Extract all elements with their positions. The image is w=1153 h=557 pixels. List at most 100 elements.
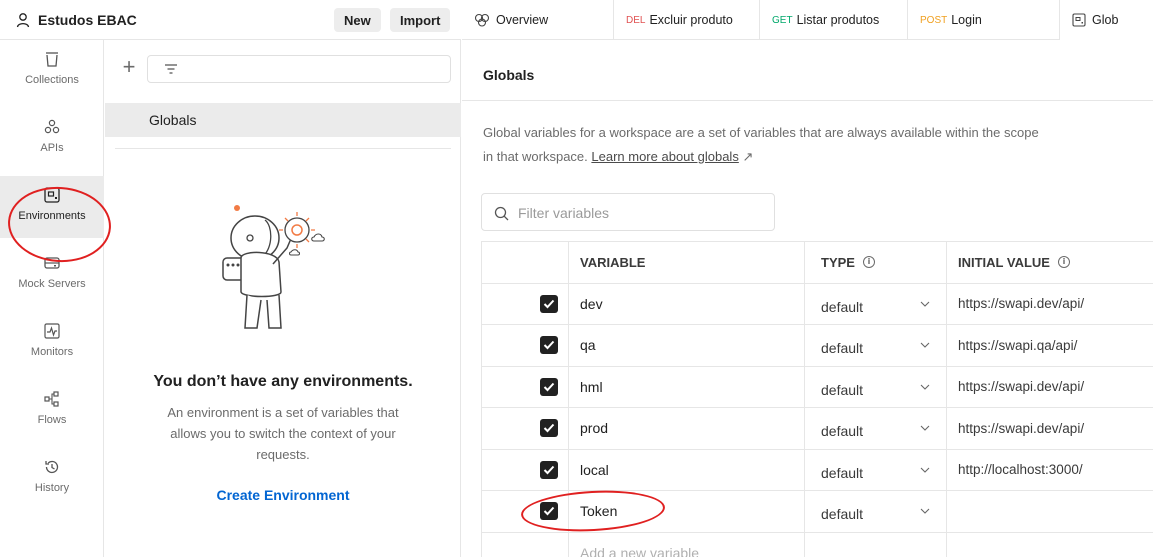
type-value: default — [821, 298, 864, 315]
type-select[interactable]: default — [805, 449, 947, 490]
sidebar-item-label: Mock Servers — [18, 278, 86, 290]
add-variable-input[interactable]: Add a new variable — [569, 532, 805, 557]
sidebar-item-label: APIs — [40, 142, 64, 154]
type-value: default — [821, 423, 864, 440]
sidebar-item-environments[interactable]: Environments — [0, 176, 104, 238]
initial-value-text: https://swapi.qa/api/ — [958, 337, 1078, 353]
sidebar-item-apis[interactable]: APIs — [0, 108, 104, 170]
variable-name[interactable]: Token — [569, 491, 805, 532]
empty-state-description: An environment is a set of variables tha… — [105, 402, 461, 465]
type-select[interactable]: default — [805, 491, 947, 532]
initial-value[interactable] — [947, 491, 1153, 532]
env-filter-input[interactable] — [147, 55, 451, 83]
sidebar-item-collections[interactable]: Collections — [0, 40, 104, 102]
checkmark-icon — [543, 424, 555, 433]
history-icon — [45, 460, 59, 474]
create-environment-link[interactable]: Create Environment — [105, 487, 461, 503]
chevron-down-icon — [920, 467, 930, 473]
type-value: default — [821, 381, 864, 398]
initial-value[interactable]: https://swapi.qa/api/ — [947, 325, 1153, 366]
external-link-icon: ↗ — [742, 149, 754, 164]
table-row: local default http://localhost:3000/ — [481, 449, 1153, 491]
overview-icon — [474, 13, 490, 27]
type-value: default — [821, 506, 864, 523]
desc-text: in that workspace. — [483, 149, 592, 164]
variable-name[interactable]: local — [569, 449, 805, 490]
initial-value[interactable]: https://swapi.dev/api/ — [947, 367, 1153, 408]
enabled-checkbox[interactable] — [540, 419, 558, 438]
table-row: prod default https://swapi.dev/api/ — [481, 408, 1153, 450]
trash-can-icon — [46, 52, 58, 67]
variable-name[interactable]: prod — [569, 408, 805, 449]
enabled-checkbox[interactable] — [540, 502, 558, 521]
variable-name[interactable]: hml — [569, 366, 805, 407]
initial-value[interactable]: http://localhost:3000/ — [947, 450, 1153, 491]
type-select[interactable]: default — [805, 283, 947, 324]
icon-sidebar: Collections APIs Environments Mock Serve… — [0, 40, 104, 557]
tab-login[interactable]: POST Login — [908, 0, 1060, 40]
sidebar-item-label: Environments — [18, 210, 86, 222]
variable-name[interactable]: dev — [569, 283, 805, 324]
astronaut-illustration — [222, 205, 325, 329]
type-value: default — [821, 340, 864, 357]
add-variable-row: Add a new variable — [481, 532, 1153, 557]
header-type: TYPE i — [805, 242, 947, 283]
new-button[interactable]: New — [334, 8, 381, 32]
globals-description: Global variables for a workspace are a s… — [483, 125, 1039, 140]
sidebar-item-label: Collections — [25, 74, 79, 86]
divider — [115, 148, 451, 149]
enabled-checkbox[interactable] — [540, 460, 558, 479]
tab-label: Glob — [1092, 13, 1119, 27]
variable-name[interactable]: qa — [569, 325, 805, 366]
tab-label: Excluir produto — [649, 13, 733, 27]
globals-item[interactable]: Globals — [105, 103, 461, 137]
row-check-cell — [481, 532, 569, 557]
request-tabs: Overview DEL Excluir produto GET Listar … — [462, 0, 1153, 40]
sidebar-item-label: History — [34, 482, 70, 494]
table-row: hml default https://swapi.dev/api/ — [481, 366, 1153, 408]
enabled-checkbox[interactable] — [540, 294, 558, 313]
initial-value[interactable]: https://swapi.dev/api/ — [947, 284, 1153, 325]
learn-more-link[interactable]: Learn more about globals — [591, 149, 738, 164]
header-check-cell — [481, 242, 569, 283]
import-button[interactable]: Import — [390, 8, 451, 32]
table-row: dev default https://swapi.dev/api/ — [481, 283, 1153, 325]
checkmark-icon — [543, 507, 555, 516]
initial-value[interactable]: https://swapi.dev/api/ — [947, 408, 1153, 449]
type-select[interactable]: default — [805, 366, 947, 407]
header-initial-value: INITIAL VALUE i — [947, 242, 1153, 283]
workspace-name: Estudos EBAC — [38, 11, 137, 28]
filter-variables-input[interactable]: Filter variables — [481, 193, 775, 231]
tab-listar-produtos[interactable]: GET Listar produtos — [760, 0, 908, 40]
chevron-down-icon — [920, 384, 930, 390]
tab-overview[interactable]: Overview — [462, 0, 614, 40]
sidebar-item-flows[interactable]: Flows — [0, 380, 104, 442]
env-toolbar: + — [105, 40, 461, 102]
initial-value-text: https://swapi.dev/api/ — [958, 420, 1085, 436]
empty-desc-line: allows you to switch the context of your — [170, 426, 396, 441]
tab-globals[interactable]: Glob — [1060, 0, 1153, 40]
globals-editor: Globals Global variables for a workspace… — [462, 41, 1153, 557]
sidebar-item-history[interactable]: History — [0, 448, 104, 510]
enabled-checkbox[interactable] — [540, 377, 558, 396]
environment-icon — [1072, 13, 1086, 27]
header-label: INITIAL VALUE — [958, 254, 1050, 270]
mock-server-icon — [44, 257, 60, 269]
info-icon[interactable]: i — [862, 256, 875, 269]
divider — [462, 100, 1153, 101]
checkmark-icon — [543, 382, 555, 392]
tab-label: Listar produtos — [796, 13, 880, 27]
workspace-header: Estudos EBAC New Import — [0, 0, 461, 40]
chevron-down-icon — [920, 425, 930, 432]
sidebar-item-mock-servers[interactable]: Mock Servers — [0, 244, 104, 306]
add-environment-button[interactable]: + — [119, 56, 139, 78]
sidebar-item-monitors[interactable]: Monitors — [0, 312, 104, 374]
enabled-checkbox[interactable] — [540, 336, 558, 355]
type-select[interactable]: default — [805, 408, 947, 449]
apis-icon — [44, 119, 60, 134]
empty-desc-line: requests. — [256, 447, 310, 462]
tab-excluir-produto[interactable]: DEL Excluir produto — [614, 0, 760, 40]
type-select[interactable]: default — [805, 325, 947, 366]
initial-value-text: https://swapi.dev/api/ — [958, 379, 1085, 395]
info-icon[interactable]: i — [1057, 256, 1070, 269]
